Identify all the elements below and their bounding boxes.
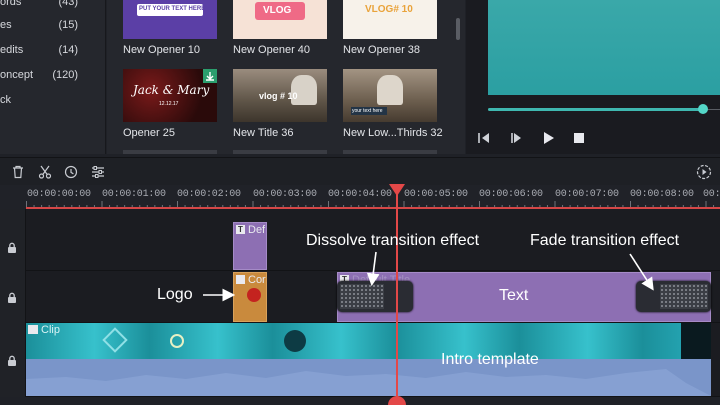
- video-editor-window: ords (43) es (15) edits (14) oncept (120) ck…: [0, 0, 720, 405]
- arrow-dissolve: [366, 251, 380, 287]
- annotation-arrows: [203, 251, 654, 302]
- arrow-fade: [629, 253, 654, 291]
